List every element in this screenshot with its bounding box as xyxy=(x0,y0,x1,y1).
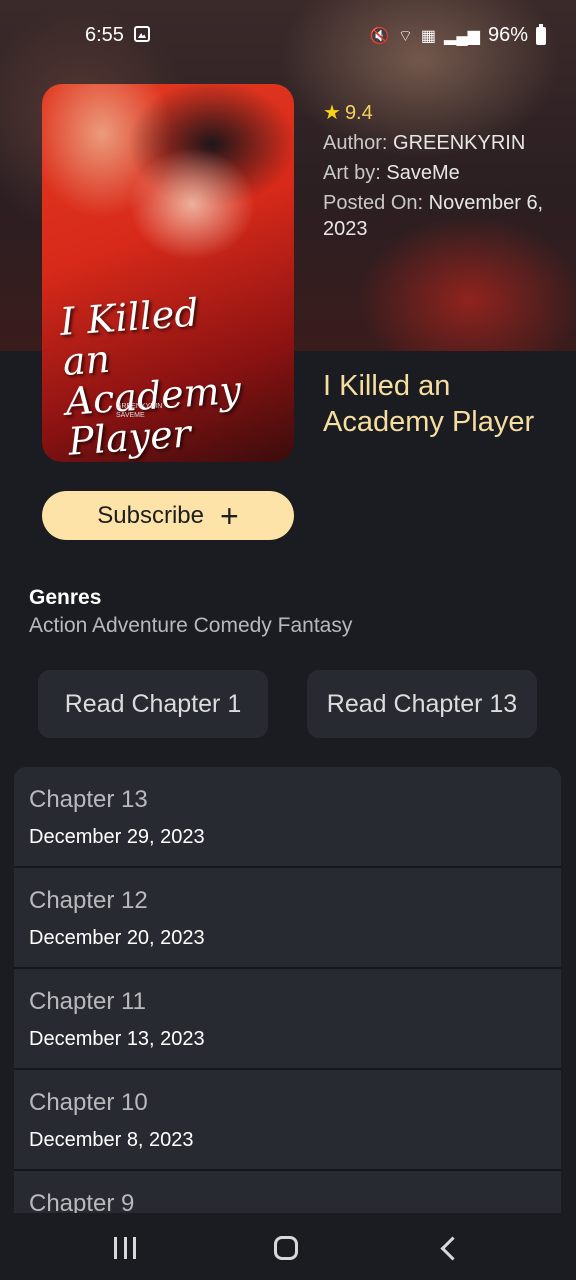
chapter-name: Chapter 10 xyxy=(29,1089,148,1116)
home-icon[interactable] xyxy=(274,1236,298,1260)
plus-icon: + xyxy=(220,497,239,534)
chapter-item[interactable]: Chapter 12 December 20, 2023 xyxy=(14,868,561,969)
battery-percentage: 96% xyxy=(487,24,528,46)
chapter-name: Chapter 9 xyxy=(29,1190,135,1213)
page-title: I Killed an Academy Player xyxy=(323,370,535,438)
chapter-name: Chapter 13 xyxy=(29,786,148,813)
signal-icon: ▂▄▆ xyxy=(444,27,480,45)
artist-value: SaveMe xyxy=(386,162,460,184)
system-navigation-bar xyxy=(0,1213,576,1280)
author-value: GREENKYRIN xyxy=(393,132,526,154)
read-first-chapter-button[interactable]: Read Chapter 1 xyxy=(38,670,268,738)
chapter-date: December 29, 2023 xyxy=(29,826,205,848)
cover-credits: GREENKYRIN SAVEME xyxy=(116,403,163,419)
genres-heading: Genres xyxy=(29,586,102,609)
status-bar: 6:55 🔇 ⌔ ▦ ▂▄▆ 96% xyxy=(0,0,576,70)
cover-title-artwork: I Killed an Academy Player xyxy=(58,290,243,462)
status-icons: 🔇 ⌔ ▦ ▂▄▆ 96% xyxy=(369,23,546,47)
chapter-item[interactable]: Chapter 13 December 29, 2023 xyxy=(14,767,561,868)
chapter-name: Chapter 11 xyxy=(29,988,146,1015)
status-time: 6:55 xyxy=(85,24,124,46)
chapter-item[interactable]: Chapter 10 December 8, 2023 xyxy=(14,1070,561,1171)
subscribe-label: Subscribe xyxy=(97,501,205,529)
chapter-item[interactable]: Chapter 11 December 13, 2023 xyxy=(14,969,561,1070)
manga-meta: ★ 9.4 Author: GREENKYRIN Art by: SaveMe … xyxy=(323,100,563,246)
wifi-icon: ⌔ xyxy=(397,27,413,45)
posted-row: Posted On: November 6, 2023 xyxy=(323,190,563,242)
mute-icon: 🔇 xyxy=(369,27,390,45)
artist-label: Art by: xyxy=(323,162,381,184)
artist-row: Art by: SaveMe xyxy=(323,160,563,186)
author-row: Author: GREENKYRIN xyxy=(323,130,563,156)
volte-icon: ▦ xyxy=(420,27,437,45)
chapter-date: December 13, 2023 xyxy=(29,1028,205,1050)
chapter-item[interactable]: Chapter 9 xyxy=(14,1171,561,1213)
gallery-icon xyxy=(134,26,150,42)
back-icon[interactable] xyxy=(440,1237,462,1259)
subscribe-button[interactable]: Subscribe + xyxy=(42,491,294,540)
recent-apps-icon[interactable] xyxy=(114,1237,136,1259)
chapter-date: December 20, 2023 xyxy=(29,927,205,949)
rating-value: 9.4 xyxy=(344,102,373,124)
genres-list: Action Adventure Comedy Fantasy xyxy=(29,614,353,637)
rating: ★ 9.4 xyxy=(323,100,563,126)
chapter-name: Chapter 12 xyxy=(29,887,148,914)
chapter-date: December 8, 2023 xyxy=(29,1129,194,1151)
read-latest-chapter-button[interactable]: Read Chapter 13 xyxy=(307,670,537,738)
star-icon: ★ xyxy=(323,102,341,124)
cover-image[interactable]: I Killed an Academy Player GREENKYRIN SAV… xyxy=(42,84,294,462)
posted-label: Posted On: xyxy=(323,192,424,214)
chapter-list: Chapter 13 December 29, 2023 Chapter 12 … xyxy=(14,767,561,1213)
battery-icon xyxy=(536,23,546,45)
author-label: Author: xyxy=(323,132,388,154)
